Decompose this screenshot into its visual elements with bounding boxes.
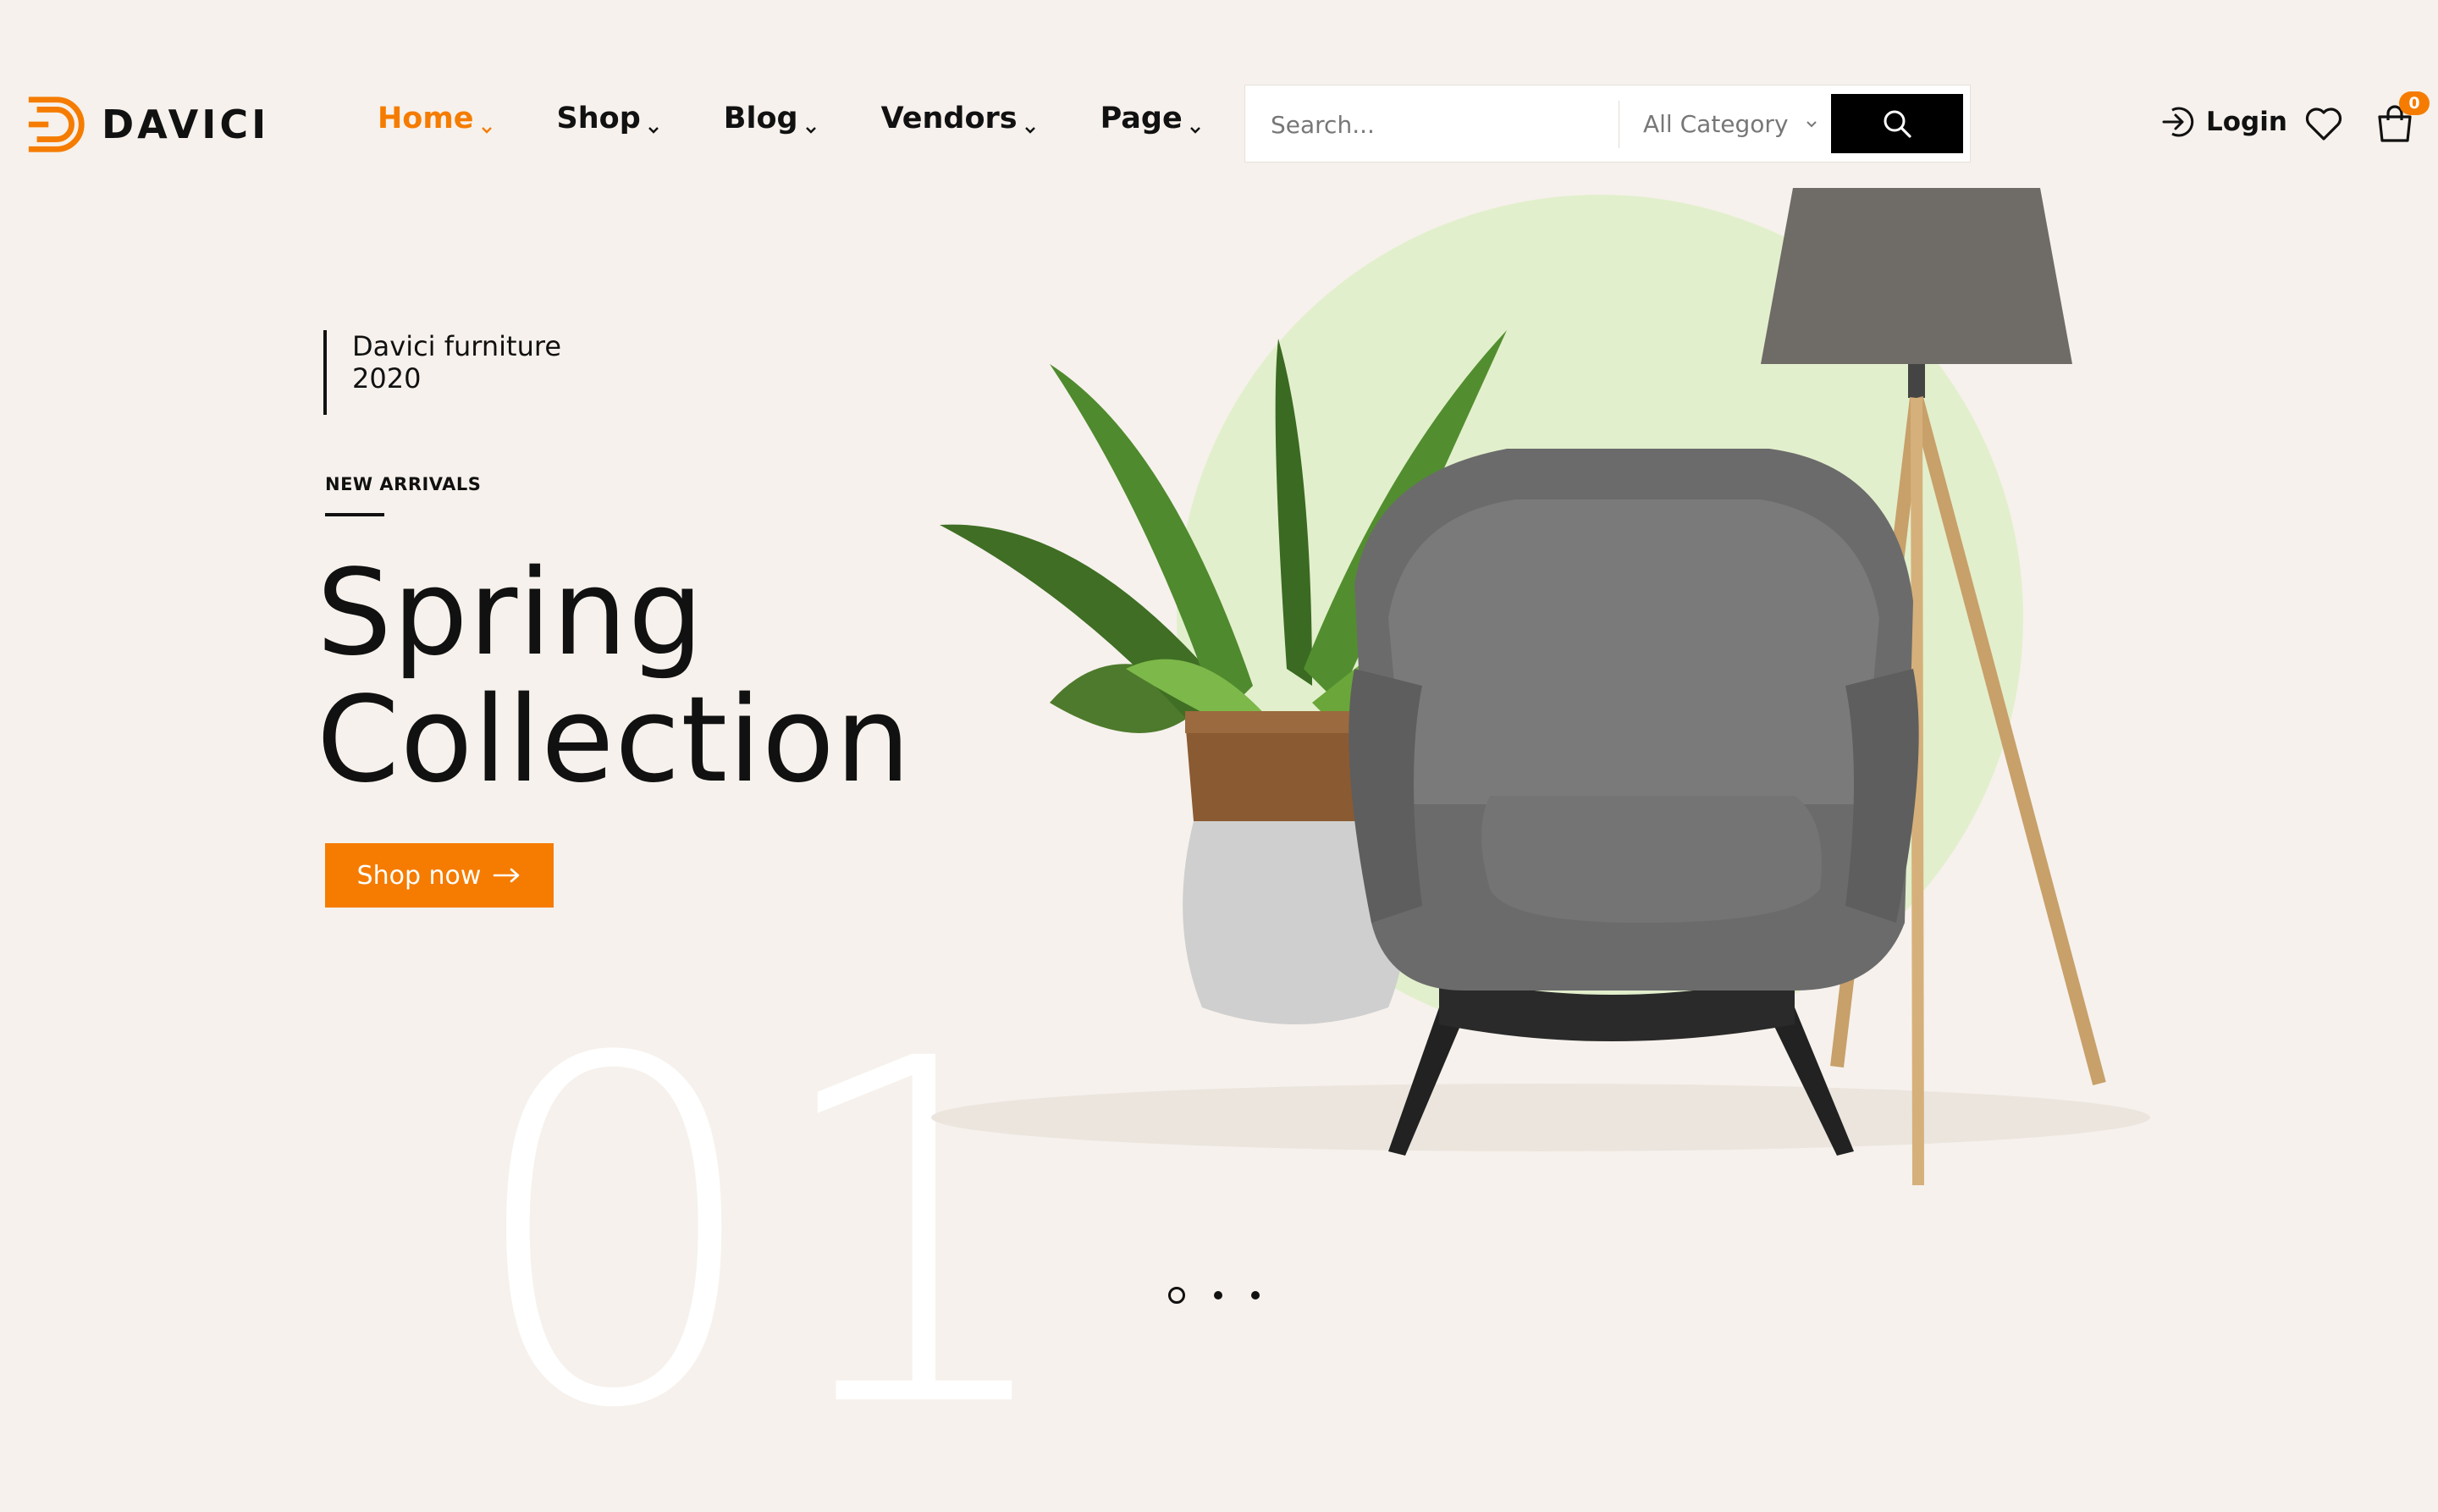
chevron-down-icon bbox=[1023, 111, 1038, 134]
nav-item-home[interactable]: Home bbox=[378, 102, 494, 135]
arrow-right-icon bbox=[494, 868, 520, 883]
davici-logo-icon bbox=[28, 97, 85, 152]
search-bar: All Category bbox=[1244, 85, 1971, 163]
hero-title-line-1: Spring bbox=[317, 544, 704, 682]
nav-label: Page bbox=[1100, 102, 1183, 135]
nav-item-shop[interactable]: Shop bbox=[557, 102, 661, 135]
login-link[interactable]: Login bbox=[2160, 103, 2287, 141]
nav-label: Home bbox=[378, 102, 474, 135]
slider-dot-2[interactable] bbox=[1214, 1291, 1222, 1300]
nav-label: Blog bbox=[723, 102, 798, 135]
nav-item-page[interactable]: Page bbox=[1100, 102, 1203, 135]
hero-title-line-2: Collection bbox=[317, 671, 912, 809]
hero-tag-underline bbox=[325, 513, 384, 516]
chevron-down-icon bbox=[479, 111, 494, 134]
nav-item-blog[interactable]: Blog bbox=[724, 102, 819, 135]
kicker-line-2: 2020 bbox=[352, 362, 422, 395]
category-label: All Category bbox=[1643, 109, 1789, 138]
heart-icon[interactable] bbox=[2304, 105, 2343, 144]
login-label: Login bbox=[2206, 107, 2287, 137]
brand-name: DAVICI bbox=[102, 102, 270, 147]
chevron-down-icon bbox=[803, 111, 819, 134]
hero-illustration bbox=[931, 188, 2150, 1186]
nav-label: Shop bbox=[556, 102, 641, 135]
kicker-line-1: Davici furniture bbox=[352, 330, 562, 362]
nav-item-vendors[interactable]: Vendors bbox=[881, 102, 1038, 135]
chevron-down-icon bbox=[646, 111, 661, 134]
slider-dot-1[interactable] bbox=[1168, 1287, 1185, 1304]
hero-tag: NEW ARRIVALS bbox=[325, 474, 482, 494]
category-select[interactable]: All Category bbox=[1643, 86, 1819, 162]
brand-logo[interactable]: DAVICI bbox=[24, 91, 269, 157]
shop-now-button[interactable]: Shop now bbox=[325, 843, 554, 908]
hero-title: Spring Collection bbox=[317, 550, 911, 804]
slider-dots bbox=[1168, 1287, 1288, 1304]
shop-now-label: Shop now bbox=[356, 860, 482, 891]
chevron-down-icon bbox=[1188, 111, 1203, 134]
login-icon bbox=[2162, 107, 2194, 137]
slider-dot-3[interactable] bbox=[1251, 1291, 1260, 1300]
main-nav: Home Shop Blog Vendors Page bbox=[378, 102, 1203, 135]
floor-shadow bbox=[931, 1084, 2150, 1151]
search-button[interactable] bbox=[1831, 94, 1963, 153]
nav-label: Vendors bbox=[880, 102, 1018, 135]
chevron-down-icon bbox=[1806, 121, 1817, 128]
search-icon bbox=[1884, 110, 1911, 138]
cart-count-badge: 0 bbox=[2399, 91, 2430, 115]
hero-kicker: Davici furniture 2020 bbox=[323, 330, 572, 415]
search-input[interactable] bbox=[1269, 97, 1611, 152]
